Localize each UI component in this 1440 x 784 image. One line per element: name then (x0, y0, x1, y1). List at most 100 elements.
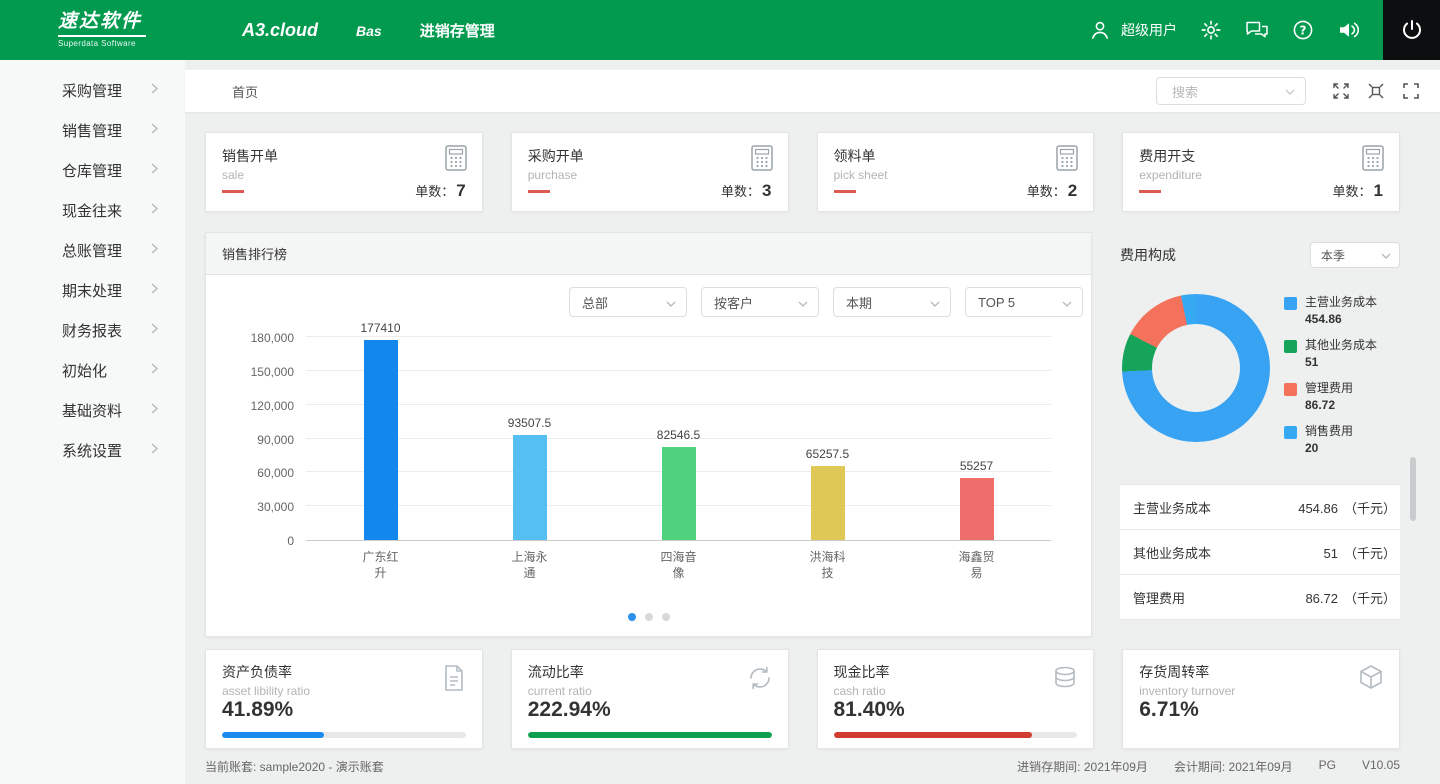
stat-count-value: 7 (456, 181, 465, 200)
filter-value: TOP 5 (978, 295, 1015, 310)
legend-color-swatch (1284, 426, 1297, 439)
sidebar-item-system-settings[interactable]: 系统设置 (0, 430, 185, 470)
app-logo: 速达软件 Superdata Software (58, 12, 146, 48)
bar-slot: 55257海鑫贸易 (902, 338, 1051, 540)
nav-item-a3cloud[interactable]: A3.cloud (242, 20, 318, 41)
chevron-down-icon (1062, 295, 1072, 310)
search-placeholder: 搜索 (1172, 82, 1198, 101)
version-label: V10.05 (1362, 758, 1400, 775)
gridline (306, 336, 1051, 337)
sidebar-item-purchase[interactable]: 采购管理 (0, 70, 185, 110)
sidebar-item-period-end[interactable]: 期末处理 (0, 270, 185, 310)
breadcrumb-bar: 首页 搜索 (185, 70, 1440, 112)
stat-card-pick-sheet[interactable]: 领料单 pick sheet 单数：2 (817, 132, 1095, 212)
sidebar-item-cash[interactable]: 现金往来 (0, 190, 185, 230)
legend-value: 20 (1305, 440, 1353, 457)
legend-label: 主营业务成本 (1305, 294, 1377, 311)
settings-gear-icon[interactable] (1199, 18, 1223, 42)
bar-chart-y-axis: 030,00060,00090,000120,000150,000180,000 (206, 338, 294, 541)
y-tick-label: 0 (287, 534, 294, 548)
bar-category-label: 广东红升 (359, 549, 403, 581)
stat-count: 单数：2 (1027, 181, 1077, 201)
box-cube-icon (1356, 663, 1386, 698)
messages-chat-icon[interactable] (1245, 18, 1269, 42)
calculator-icon (749, 144, 775, 177)
pagination-dot[interactable] (662, 613, 670, 621)
ratio-progress-fill (834, 732, 1032, 738)
stat-card-sales-billing[interactable]: 销售开单 sale 单数：7 (205, 132, 483, 212)
stat-count-value: 1 (1374, 181, 1383, 200)
legend-item[interactable]: 管理费用86.72 (1284, 380, 1400, 414)
bar-slot: 177410广东红升 (306, 338, 455, 540)
expense-period-select[interactable]: 本季 (1310, 242, 1400, 268)
ratio-card-title: 现金比率 (834, 662, 1078, 682)
ratio-value: 6.71% (1139, 698, 1199, 722)
expense-header: 费用构成 本季 (1120, 242, 1400, 268)
announcement-speaker-icon[interactable] (1337, 18, 1361, 42)
y-tick-label: 60,000 (257, 466, 294, 480)
ratio-card-subtitle: asset libility ratio (222, 684, 466, 698)
expand-arrows-icon[interactable] (1332, 82, 1350, 100)
expense-row: 其他业务成本 51（千元） (1120, 530, 1400, 575)
sidebar-item-label: 总账管理 (62, 240, 122, 261)
stat-card-purchase-billing[interactable]: 采购开单 purchase 单数：3 (511, 132, 789, 212)
sidebar-item-label: 采购管理 (62, 80, 122, 101)
stat-count-label: 单数： (721, 184, 760, 199)
legend-color-swatch (1284, 340, 1297, 353)
dashboard-content: 销售开单 sale 单数：7 采购开单 purchase 单数：3 领料单 pi… (185, 112, 1440, 749)
legend-color-swatch (1284, 383, 1297, 396)
filter-organization-select[interactable]: 总部 (569, 287, 687, 317)
ratio-card-inventory-turnover: 存货周转率 inventory turnover 6.71% (1122, 649, 1400, 749)
nav-item-inventory-module[interactable]: 进销存管理 (420, 20, 495, 41)
svg-text:?: ? (1300, 23, 1307, 37)
sidebar-item-warehouse[interactable]: 仓库管理 (0, 150, 185, 190)
main-area: 首页 搜索 销售开单 sale 单数：7 (185, 60, 1440, 784)
pagination-dot[interactable] (645, 613, 653, 621)
stat-count-label: 单数： (415, 184, 454, 199)
sidebar-item-base-data[interactable]: 基础资料 (0, 390, 185, 430)
header-actions: 超级用户 ? (1088, 0, 1440, 60)
chart-pagination (206, 613, 1091, 621)
stat-card-expenditure[interactable]: 费用开支 expenditure 单数：1 (1122, 132, 1400, 212)
current-account-label: 当前账套: sample2020 - 演示账套 (205, 758, 384, 775)
stat-card-subtitle: pick sheet (834, 168, 1078, 182)
filter-top-n-select[interactable]: TOP 5 (965, 287, 1083, 317)
legend-item[interactable]: 销售费用20 (1284, 423, 1400, 457)
collapse-fit-icon[interactable] (1367, 82, 1385, 100)
calculator-icon (1054, 144, 1080, 177)
ratio-progress-fill (528, 732, 772, 738)
chevron-right-icon (151, 121, 158, 139)
stat-count: 单数：1 (1333, 181, 1383, 201)
stat-card-subtitle: sale (222, 168, 466, 182)
sidebar-item-sales[interactable]: 销售管理 (0, 110, 185, 150)
legend-item[interactable]: 其他业务成本51 (1284, 337, 1400, 371)
help-icon[interactable]: ? (1291, 18, 1315, 42)
ratio-card-title: 资产负债率 (222, 662, 466, 682)
filter-by-customer-select[interactable]: 按客户 (701, 287, 819, 317)
accent-underline (528, 190, 550, 193)
sidebar-item-ledger[interactable]: 总账管理 (0, 230, 185, 270)
accounting-period-label: 会计期间: 2021年09月 (1174, 758, 1293, 775)
nav-item-bas[interactable]: Bas (356, 23, 382, 39)
chevron-right-icon (151, 81, 158, 99)
report-document-icon (439, 663, 469, 698)
user-menu[interactable]: 超级用户 (1088, 18, 1177, 42)
filter-period-select[interactable]: 本期 (833, 287, 951, 317)
legend-item[interactable]: 主营业务成本454.86 (1284, 294, 1400, 328)
sidebar-item-financial-reports[interactable]: 财务报表 (0, 310, 185, 350)
search-input[interactable]: 搜索 (1156, 77, 1306, 105)
ratio-card-subtitle: inventory turnover (1139, 684, 1383, 698)
sidebar-item-label: 销售管理 (62, 120, 122, 141)
bar (662, 447, 696, 540)
ratio-value: 41.89% (222, 698, 293, 722)
breadcrumb-home-tab[interactable]: 首页 (232, 82, 258, 101)
bar-category-label: 上海永通 (508, 549, 552, 581)
legend-label: 管理费用 (1305, 380, 1353, 397)
sidebar-item-initialization[interactable]: 初始化 (0, 350, 185, 390)
fullscreen-icon[interactable] (1402, 82, 1420, 100)
pagination-dot[interactable] (628, 613, 636, 621)
filter-value: 本期 (846, 293, 872, 312)
stat-count-value: 2 (1068, 181, 1077, 200)
logout-power-button[interactable] (1383, 0, 1440, 60)
panel-scrollbar-thumb[interactable] (1410, 457, 1416, 521)
